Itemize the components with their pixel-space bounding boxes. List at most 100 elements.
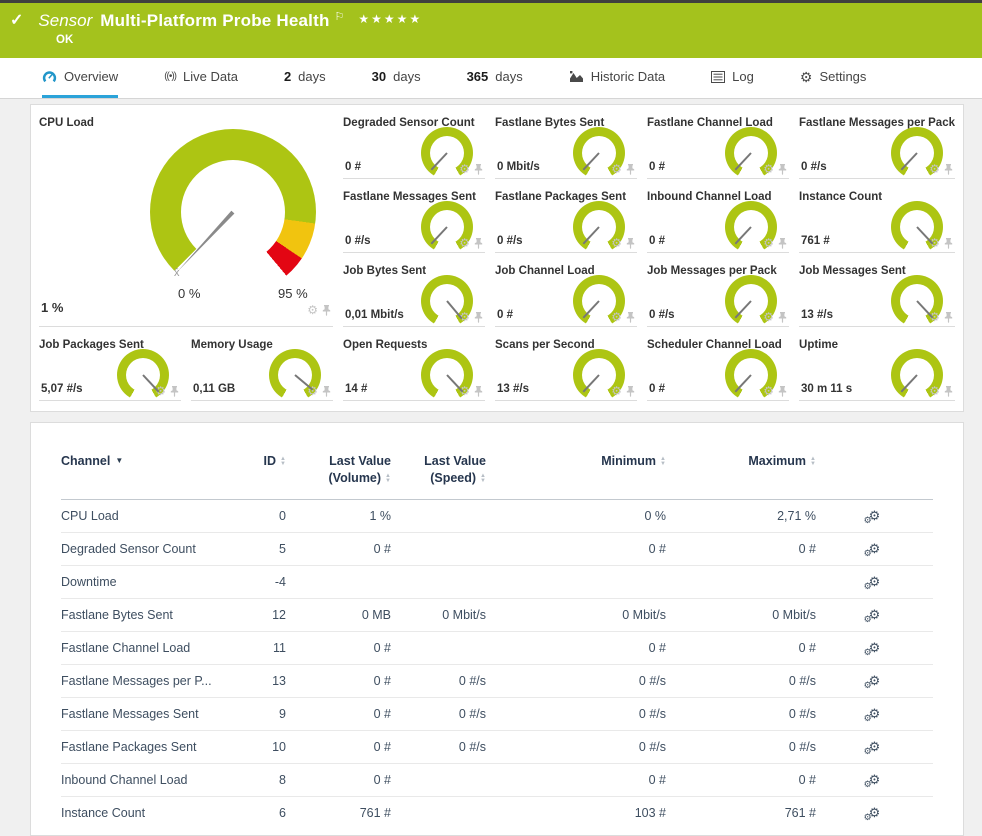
table-row[interactable]: Fastlane Channel Load110 #0 #0 #⚙⚙ [61,631,933,664]
gear-icon[interactable]: ⚙ [611,311,622,323]
table-row[interactable]: Fastlane Packages Sent100 #0 #/s0 #/s0 #… [61,730,933,763]
pin-icon[interactable] [170,386,179,397]
pin-icon[interactable] [778,164,787,175]
pin-icon[interactable] [626,386,635,397]
cell-min: 0 Mbit/s [486,598,666,631]
gauge-title: Job Channel Load [495,265,637,277]
pin-icon[interactable] [778,238,787,249]
pin-icon[interactable] [322,386,331,397]
pin-icon[interactable] [944,386,953,397]
channel-settings-icon[interactable]: ⚙⚙ [869,740,881,753]
priority-flag-icon[interactable]: ⚐ [335,10,345,23]
tile-actions: ⚙ [459,311,483,323]
cell-id: 10 [231,730,286,763]
tab-log[interactable]: Log [711,58,754,98]
gauge-needle [446,300,462,319]
tile-actions: ⚙ [763,163,787,175]
gauge-tile: Fastlane Bytes Sent0 Mbit/s⚙ [495,117,637,179]
table-row[interactable]: Fastlane Messages per P...130 #0 #/s0 #/… [61,664,933,697]
channel-settings-icon[interactable]: ⚙⚙ [869,773,881,786]
pin-icon[interactable] [944,312,953,323]
channels-panel: Channel▼ ID▲▼ Last Value (Volume)▲▼ Last… [30,422,964,836]
pin-icon[interactable] [474,312,483,323]
gear-icon[interactable]: ⚙ [929,163,940,175]
column-actions [816,449,933,499]
pin-icon[interactable] [626,164,635,175]
gear-icon[interactable]: ⚙ [763,237,774,249]
gauge-title: Degraded Sensor Count [343,117,485,129]
table-row[interactable]: Inbound Channel Load80 #0 #0 #⚙⚙ [61,763,933,796]
column-maximum[interactable]: Maximum▲▼ [666,449,816,499]
cell-min: 0 # [486,532,666,565]
tab-bar: Overview ((•)) Live Data 2 days 30 days … [0,58,982,99]
channel-settings-icon[interactable]: ⚙⚙ [869,509,881,522]
tile-actions: ⚙ [611,385,635,397]
channel-settings-icon[interactable]: ⚙⚙ [869,608,881,621]
table-row[interactable]: Fastlane Bytes Sent120 MB0 Mbit/s0 Mbit/… [61,598,933,631]
cell-max: 0 Mbit/s [666,598,816,631]
gear-icon[interactable]: ⚙ [307,304,318,316]
table-row[interactable]: CPU Load01 %0 %2,71 %⚙⚙ [61,499,933,532]
gear-icon[interactable]: ⚙ [611,237,622,249]
cell-actions: ⚙⚙ [816,532,933,565]
pin-icon[interactable] [778,386,787,397]
cell-name: Fastlane Messages Sent [61,697,231,730]
tab-label: Live Data [183,69,238,84]
pin-icon[interactable] [944,164,953,175]
pin-icon[interactable] [944,238,953,249]
cell-id: 13 [231,664,286,697]
gear-icon[interactable]: ⚙ [459,163,470,175]
tab-settings[interactable]: ⚙ Settings [800,58,867,98]
tab-2-days[interactable]: 2 days [284,58,326,98]
table-row[interactable]: Downtime-4⚙⚙ [61,565,933,598]
pin-icon[interactable] [474,164,483,175]
cell-speed [391,532,486,565]
column-channel[interactable]: Channel▼ [61,449,231,499]
column-id[interactable]: ID▲▼ [231,449,286,499]
gear-icon[interactable]: ⚙ [929,385,940,397]
channel-settings-icon[interactable]: ⚙⚙ [869,641,881,654]
pin-icon[interactable] [322,305,331,316]
cell-actions: ⚙⚙ [816,730,933,763]
gear-icon[interactable]: ⚙ [763,163,774,175]
gauge-tile-cpu-load: CPU Load x̄ 0 % 95 % 1 % ⚙ [39,117,333,327]
gear-icon[interactable]: ⚙ [611,385,622,397]
tab-historic-data[interactable]: Historic Data [569,58,665,98]
channel-settings-icon[interactable]: ⚙⚙ [869,674,881,687]
tab-30-days[interactable]: 30 days [372,58,421,98]
pin-icon[interactable] [474,386,483,397]
channel-settings-icon[interactable]: ⚙⚙ [869,542,881,555]
channel-settings-icon[interactable]: ⚙⚙ [869,707,881,720]
cell-max: 0 # [666,532,816,565]
tab-live-data[interactable]: ((•)) Live Data [164,58,238,98]
pin-icon[interactable] [778,312,787,323]
column-minimum[interactable]: Minimum▲▼ [486,449,666,499]
gear-icon[interactable]: ⚙ [763,311,774,323]
column-last-value-volume[interactable]: Last Value (Volume)▲▼ [286,449,391,499]
gear-icon[interactable]: ⚙ [459,237,470,249]
area-chart-icon [569,70,584,83]
table-row[interactable]: Fastlane Messages Sent90 #0 #/s0 #/s0 #/… [61,697,933,730]
channel-settings-icon[interactable]: ⚙⚙ [869,806,881,819]
gauge-tile: Memory Usage0,11 GB⚙ [191,339,333,401]
tab-365-days[interactable]: 365 days [467,58,523,98]
gauge-needle [431,226,448,244]
gauge-title: Fastlane Bytes Sent [495,117,637,129]
gear-icon[interactable]: ⚙ [763,385,774,397]
gauge-value: 0 # [649,383,665,395]
table-row[interactable]: Instance Count6761 #103 #761 #⚙⚙ [61,796,933,829]
cell-id: 9 [231,697,286,730]
pin-icon[interactable] [474,238,483,249]
column-last-value-speed[interactable]: Last Value (Speed)▲▼ [391,449,486,499]
tab-overview[interactable]: Overview [42,58,118,98]
channel-settings-icon[interactable]: ⚙⚙ [869,575,881,588]
gear-icon[interactable]: ⚙ [611,163,622,175]
gauge-needle [583,300,600,318]
pin-icon[interactable] [626,312,635,323]
priority-stars[interactable]: ★★★★★ [358,12,422,26]
table-row[interactable]: Degraded Sensor Count50 #0 #0 #⚙⚙ [61,532,933,565]
gauge-needle [735,226,752,244]
cpu-gauge-needle [175,210,235,274]
gauge-value: 0 # [649,161,665,173]
pin-icon[interactable] [626,238,635,249]
